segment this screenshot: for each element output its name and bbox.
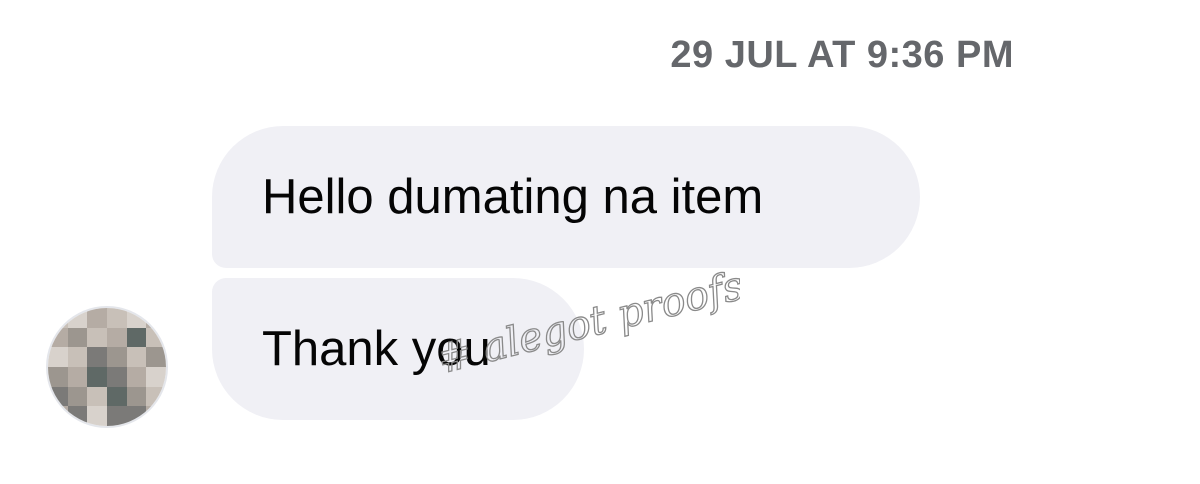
avatar-pixel: [87, 308, 107, 328]
avatar-pixel: [126, 386, 147, 407]
avatar-pixel: [87, 406, 107, 426]
avatar-pixel: [146, 347, 166, 367]
avatar-pixel: [67, 366, 88, 387]
avatar-pixel: [48, 308, 68, 328]
avatar-pixel: [48, 366, 68, 387]
avatar-pixel: [87, 347, 107, 367]
message-text: Thank you: [262, 321, 491, 376]
avatar-pixel: [48, 406, 68, 426]
avatar-pixel: [106, 327, 127, 348]
avatar-pixel: [48, 327, 68, 348]
avatar-pixel: [126, 366, 147, 387]
avatar-pixel: [67, 327, 88, 348]
avatar-pixel: [67, 347, 88, 367]
avatar-pixel: [106, 366, 127, 387]
avatar-pixel: [106, 347, 127, 367]
avatar-pixel: [126, 308, 147, 328]
avatar-pixel: [146, 327, 166, 348]
avatar-pixel: [126, 327, 147, 348]
avatar-pixel: [48, 347, 68, 367]
conversation-timestamp: 29 JUL AT 9:36 PM: [670, 34, 1014, 76]
avatar-pixel: [106, 386, 127, 407]
message-bubble[interactable]: Thank you: [212, 278, 584, 420]
avatar-pixel: [67, 308, 88, 328]
avatar-pixel: [106, 308, 127, 328]
avatar-pixel: [48, 386, 68, 407]
avatar-pixel: [87, 366, 107, 387]
avatar-pixel: [126, 406, 147, 426]
avatar-pixel: [146, 406, 166, 426]
avatar-pixel: [67, 406, 88, 426]
message-bubble[interactable]: Hello dumating na item: [212, 126, 920, 268]
avatar-pixel: [146, 366, 166, 387]
message-text: Hello dumating na item: [262, 169, 764, 224]
avatar-pixel: [87, 327, 107, 348]
sender-avatar[interactable]: [48, 308, 166, 426]
avatar-pixel: [106, 406, 127, 426]
avatar-pixel: [87, 386, 107, 407]
avatar-pixel: [146, 308, 166, 328]
avatar-pixel: [126, 347, 147, 367]
avatar-pixel: [146, 386, 166, 407]
avatar-pixel: [67, 386, 88, 407]
